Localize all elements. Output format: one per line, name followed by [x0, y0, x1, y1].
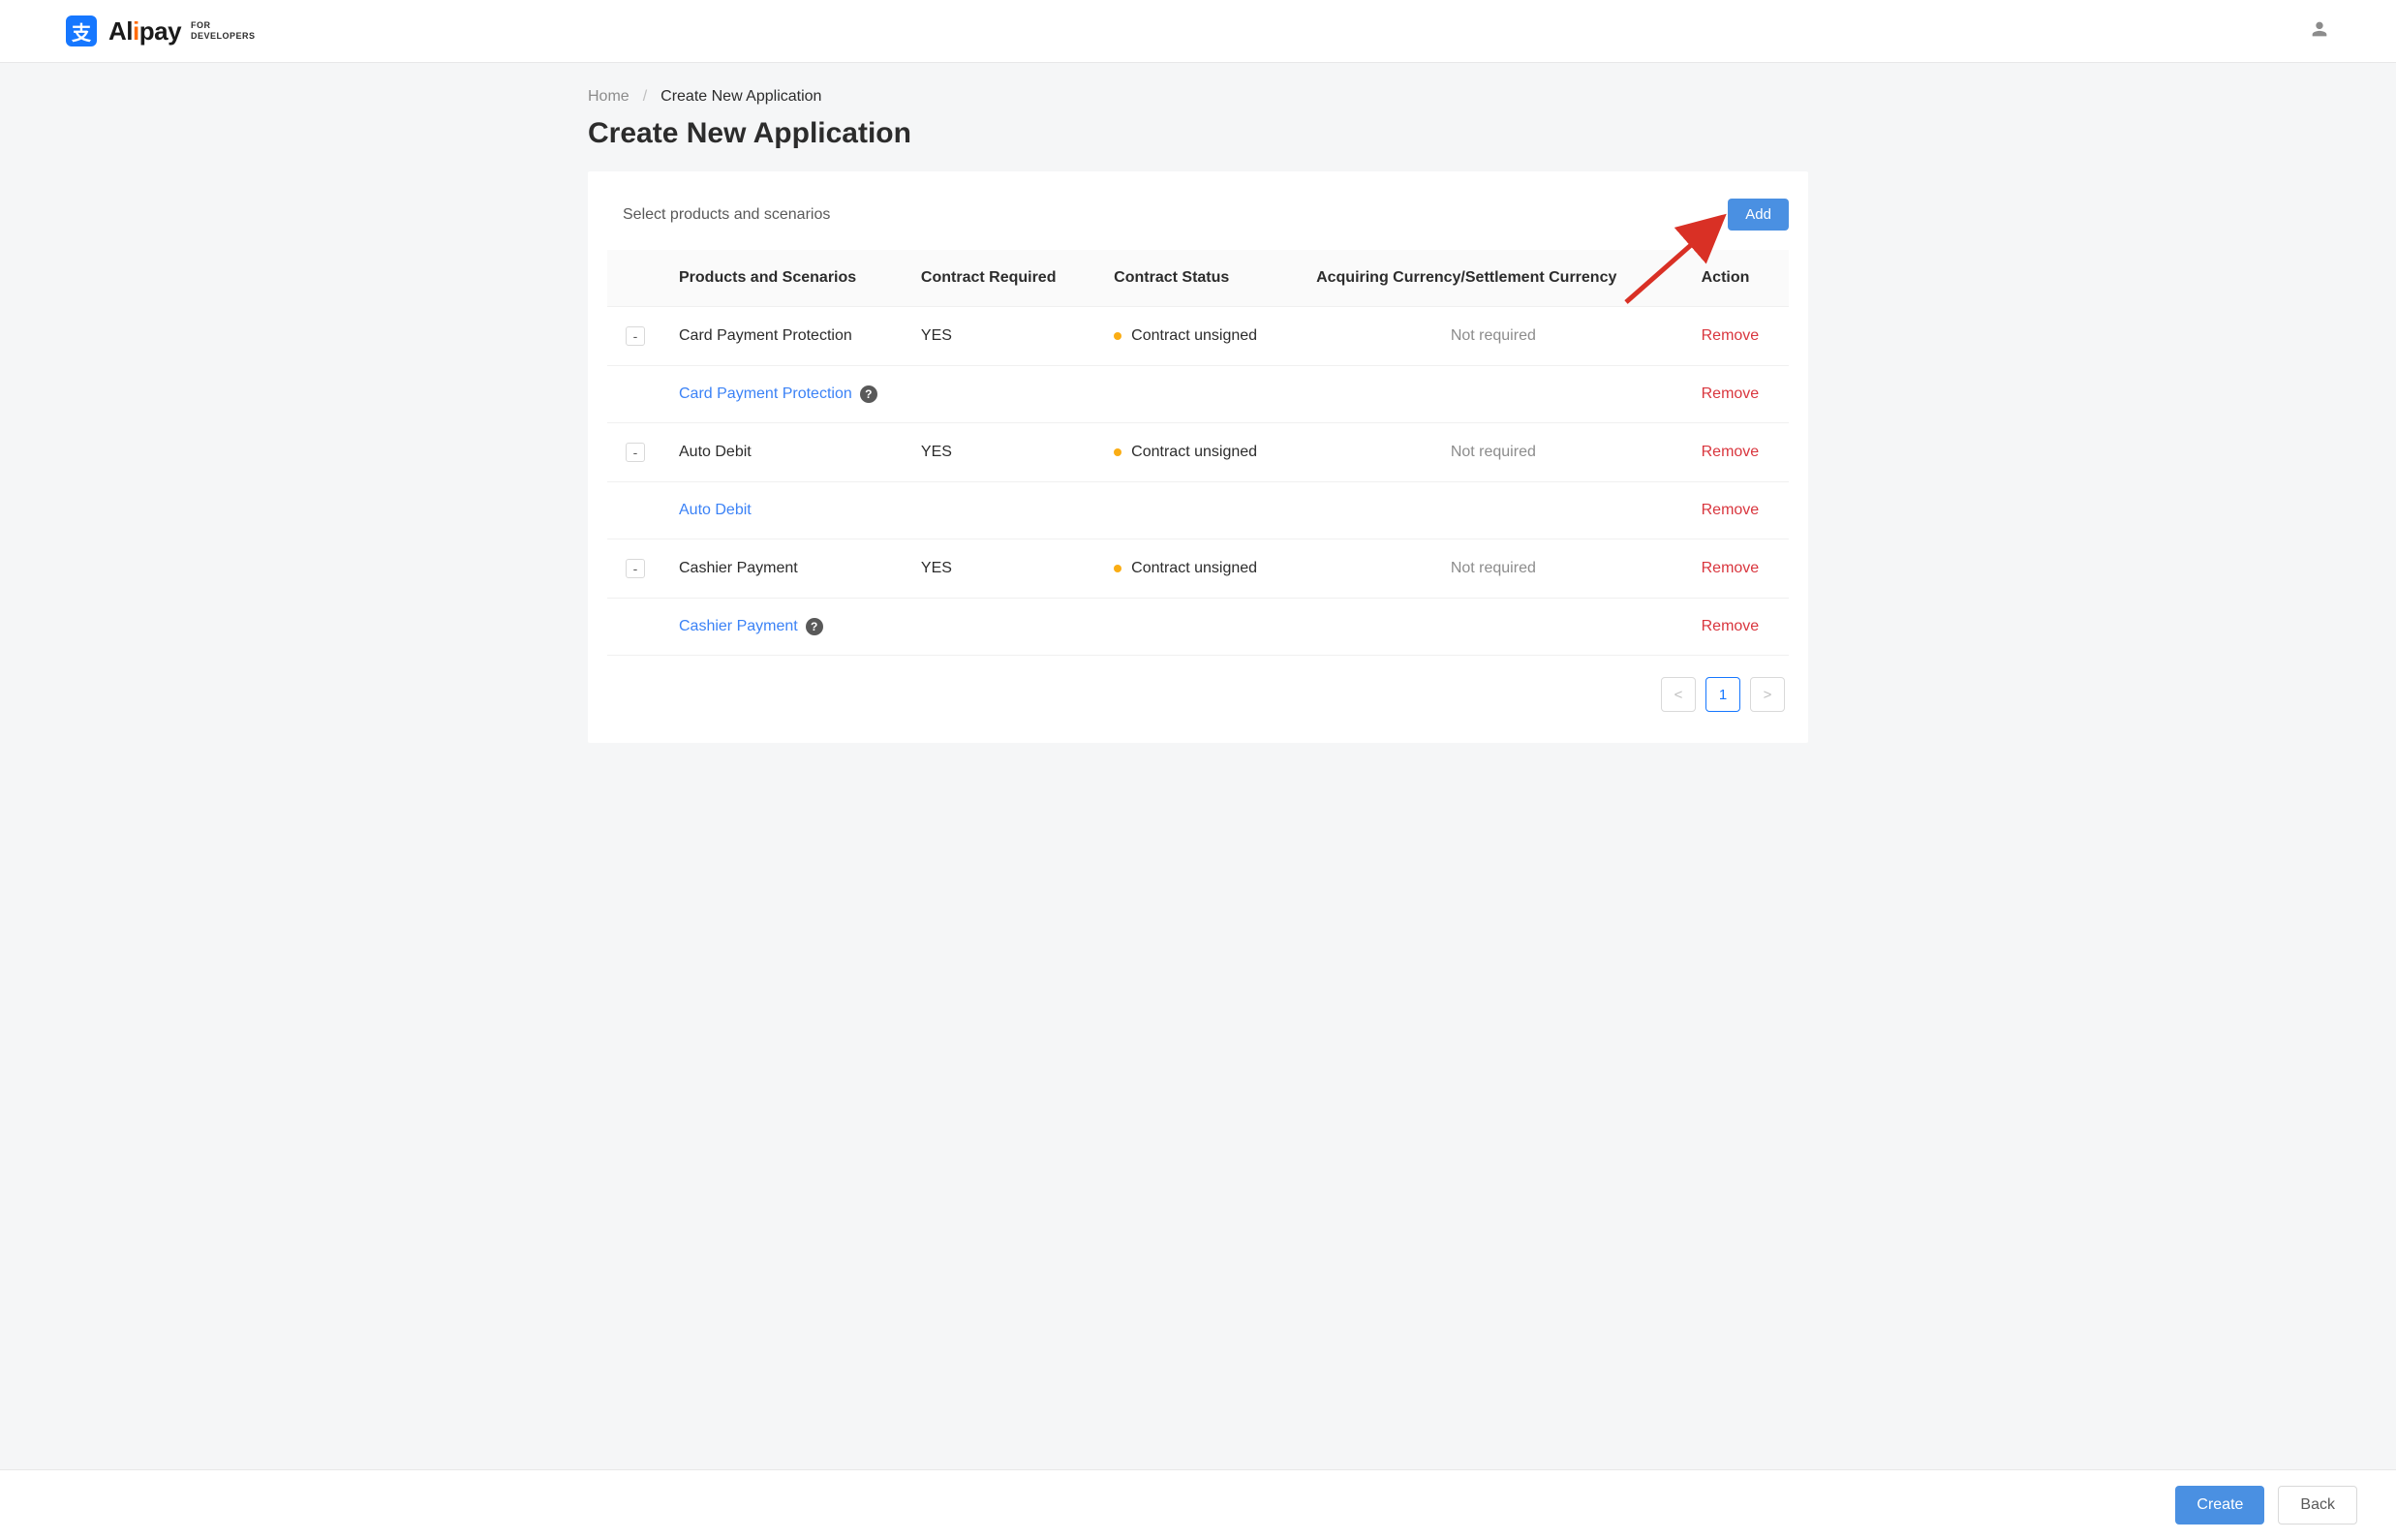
remove-link[interactable]: Remove — [1702, 385, 1760, 402]
remove-link[interactable]: Remove — [1702, 444, 1760, 460]
brand-subtitle: FOR DEVELOPERS — [191, 20, 256, 42]
scenario-link[interactable]: Auto Debit — [679, 502, 752, 518]
cell-product-name: Card Payment Protection — [663, 307, 906, 366]
help-icon[interactable]: ? — [806, 618, 823, 635]
breadcrumb-separator: / — [643, 88, 647, 106]
page-title: Create New Application — [588, 117, 1808, 150]
breadcrumb-current: Create New Application — [660, 88, 821, 106]
remove-link[interactable]: Remove — [1702, 502, 1760, 518]
section-label: Select products and scenarios — [623, 206, 830, 224]
cell-currency: Not required — [1301, 307, 1686, 366]
cell-contract-required: YES — [906, 539, 1098, 599]
col-contract-status: Contract Status — [1098, 250, 1301, 307]
cell-product-name: Cashier Payment — [663, 539, 906, 599]
col-action: Action — [1686, 250, 1789, 307]
table-subrow: Card Payment Protection? Remove — [607, 366, 1789, 423]
help-icon[interactable]: ? — [860, 385, 877, 403]
back-button[interactable]: Back — [2278, 1486, 2357, 1525]
expand-toggle[interactable]: - — [626, 326, 645, 346]
logo-glyph: 支 — [72, 17, 91, 46]
pagination: < 1 > — [607, 677, 1789, 712]
alipay-logo-icon: 支 — [66, 15, 97, 46]
cell-contract-status: Contract unsigned — [1098, 423, 1301, 482]
table-row: - Cashier Payment YES Contract unsigned … — [607, 539, 1789, 599]
products-table: Products and Scenarios Contract Required… — [607, 250, 1789, 656]
user-avatar-icon[interactable] — [2309, 18, 2330, 45]
table-row: - Card Payment Protection YES Contract u… — [607, 307, 1789, 366]
cell-contract-status: Contract unsigned — [1098, 307, 1301, 366]
page-prev[interactable]: < — [1661, 677, 1696, 712]
col-currency: Acquiring Currency/Settlement Currency — [1301, 250, 1686, 307]
status-dot-icon — [1114, 332, 1121, 340]
cell-contract-status: Contract unsigned — [1098, 539, 1301, 599]
scenario-link[interactable]: Cashier Payment — [679, 618, 798, 634]
remove-link[interactable]: Remove — [1702, 327, 1760, 344]
table-row: - Auto Debit YES Contract unsigned Not r… — [607, 423, 1789, 482]
table-subrow: Auto Debit Remove — [607, 482, 1789, 539]
remove-link[interactable]: Remove — [1702, 560, 1760, 576]
table-subrow: Cashier Payment? Remove — [607, 599, 1789, 656]
top-header: 支 Alipay FOR DEVELOPERS — [0, 0, 2396, 63]
status-dot-icon — [1114, 565, 1121, 572]
scenario-link[interactable]: Card Payment Protection — [679, 385, 852, 402]
cell-currency: Not required — [1301, 539, 1686, 599]
add-button[interactable]: Add — [1728, 199, 1789, 231]
expand-toggle[interactable]: - — [626, 443, 645, 462]
page-current[interactable]: 1 — [1705, 677, 1740, 712]
products-card: Select products and scenarios Add Produc… — [588, 171, 1808, 743]
cell-product-name: Auto Debit — [663, 423, 906, 482]
col-contract-required: Contract Required — [906, 250, 1098, 307]
expand-toggle[interactable]: - — [626, 559, 645, 578]
remove-link[interactable]: Remove — [1702, 618, 1760, 634]
cell-contract-required: YES — [906, 423, 1098, 482]
col-products: Products and Scenarios — [663, 250, 906, 307]
create-button[interactable]: Create — [2175, 1486, 2264, 1525]
cell-contract-required: YES — [906, 307, 1098, 366]
brand-name: Alipay — [108, 16, 181, 46]
status-dot-icon — [1114, 448, 1121, 456]
cell-currency: Not required — [1301, 423, 1686, 482]
page-next[interactable]: > — [1750, 677, 1785, 712]
footer-bar: Create Back — [0, 1469, 2396, 1540]
breadcrumb-home[interactable]: Home — [588, 88, 630, 106]
brand-logo[interactable]: 支 Alipay FOR DEVELOPERS — [66, 15, 256, 46]
breadcrumb: Home / Create New Application — [588, 88, 1808, 106]
